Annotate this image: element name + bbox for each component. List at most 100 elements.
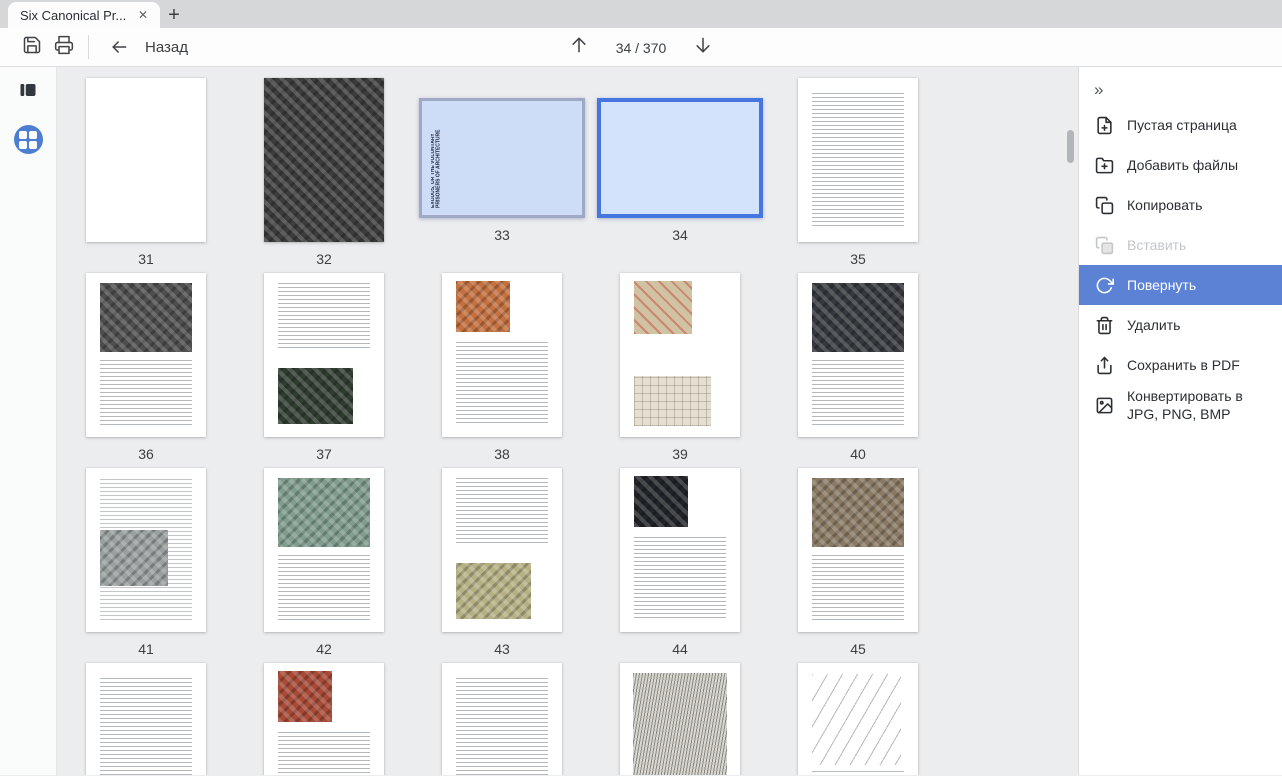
page-thumbnail[interactable]	[442, 663, 562, 775]
export-pdf-icon	[1094, 355, 1114, 375]
thumbnail-cell: 35	[769, 78, 947, 273]
panel-item-export-pdf[interactable]: Сохранить в PDF	[1079, 345, 1282, 385]
toolbar-separator	[88, 35, 89, 59]
page-down-button[interactable]	[687, 33, 719, 63]
panel-item-label: Конвертировать в JPG, PNG, BMP	[1127, 387, 1272, 423]
thumbnail-cell	[235, 663, 413, 775]
page-down-icon	[693, 35, 713, 60]
page-number-label: 35	[850, 251, 866, 267]
page-indicator: 34 / 370	[613, 40, 669, 56]
panel-item-label: Повернуть	[1127, 276, 1196, 294]
page-number-label: 37	[316, 446, 332, 462]
collapse-panel-button[interactable]: »	[1079, 75, 1282, 105]
panel-item-label: Сохранить в PDF	[1127, 356, 1240, 374]
page-number-label: 31	[138, 251, 154, 267]
thumbnail-cell: 44	[591, 468, 769, 663]
page-thumbnail[interactable]	[597, 98, 763, 218]
thumbnail-cell: 42	[235, 468, 413, 663]
thumbnail-cell: 36	[57, 273, 235, 468]
page-number-label: 33	[494, 227, 510, 243]
print-icon	[54, 35, 74, 60]
thumbnail-cell: 41	[57, 468, 235, 663]
page-thumbnail[interactable]	[620, 273, 740, 437]
page-thumbnail[interactable]	[620, 468, 740, 632]
rotate-icon	[1094, 275, 1114, 295]
thumbnail-cell: 43	[413, 468, 591, 663]
print-button[interactable]	[48, 32, 80, 62]
copy-icon	[1094, 195, 1114, 215]
thumbnail-grid: 3132EXODUS, OR THE VOLUNTARY PRISONERS O…	[57, 78, 947, 775]
page-thumbnail[interactable]	[264, 273, 384, 437]
page-number-label: 40	[850, 446, 866, 462]
panel-item-copy[interactable]: Копировать	[1079, 185, 1282, 225]
thumbnail-cell: 39	[591, 273, 769, 468]
page-thumbnail[interactable]	[86, 273, 206, 437]
page-number-label: 34	[672, 227, 688, 243]
thumbnail-cell: 40	[769, 273, 947, 468]
back-arrow-icon	[103, 32, 135, 62]
page-thumbnail[interactable]	[798, 663, 918, 775]
rotated-page-title: EXODUS, OR THE VOLUNTARY PRISONERS OF AR…	[431, 108, 447, 208]
chevron-double-right-icon: »	[1094, 80, 1103, 100]
page-number-label: 38	[494, 446, 510, 462]
thumbnail-cell: 31	[57, 78, 235, 273]
page-up-icon	[569, 35, 589, 60]
panel-item-label: Вставить	[1127, 236, 1186, 254]
page-navigation: 34 / 370	[563, 28, 719, 67]
page-thumbnail[interactable]	[264, 663, 384, 775]
panel-item-rotate[interactable]: Повернуть	[1079, 265, 1282, 305]
close-icon[interactable]: ✕	[134, 6, 152, 24]
left-rail	[0, 67, 57, 775]
thumbnail-cell: 38	[413, 273, 591, 468]
thumbnail-cell: EXODUS, OR THE VOLUNTARY PRISONERS OF AR…	[413, 78, 591, 273]
thumbnail-cell: 34	[591, 78, 769, 273]
page-number-label: 42	[316, 641, 332, 657]
page-thumbnail[interactable]	[442, 273, 562, 437]
thumbnail-cell: 37	[235, 273, 413, 468]
page-number-label: 45	[850, 641, 866, 657]
thumbnail-cell	[413, 663, 591, 775]
page-thumbnail[interactable]	[264, 78, 384, 242]
panel-item-add-files[interactable]: Добавить файлы	[1079, 145, 1282, 185]
panel-item-label: Пустая страница	[1127, 116, 1237, 134]
tab-bar: Six Canonical Pr... ✕ +	[0, 0, 1282, 28]
page-thumbnail[interactable]	[86, 468, 206, 632]
add-files-icon	[1094, 155, 1114, 175]
blank-page-icon	[1094, 115, 1114, 135]
page-thumbnail[interactable]	[798, 78, 918, 242]
panel-item-convert-image[interactable]: Конвертировать в JPG, PNG, BMP	[1079, 385, 1282, 425]
right-panel: » Пустая страница Добавить файлы Копироват…	[1078, 67, 1282, 775]
page-thumbnail[interactable]	[620, 663, 740, 775]
page-thumbnail[interactable]	[86, 663, 206, 775]
scrollbar[interactable]	[1067, 130, 1074, 163]
page-thumbnail[interactable]: EXODUS, OR THE VOLUNTARY PRISONERS OF AR…	[419, 98, 585, 218]
new-tab-button[interactable]: +	[160, 2, 188, 28]
panel-item-trash[interactable]: Удалить	[1079, 305, 1282, 345]
tab-title: Six Canonical Pr...	[20, 8, 134, 23]
document-tab[interactable]: Six Canonical Pr... ✕	[8, 2, 160, 28]
thumbnail-cell	[591, 663, 769, 775]
panel-item-paste: Вставить	[1079, 225, 1282, 265]
pages-panel-button[interactable]	[16, 81, 40, 103]
panel-item-label: Копировать	[1127, 196, 1202, 214]
thumbnail-cell	[769, 663, 947, 775]
page-number-label: 39	[672, 446, 688, 462]
thumbnail-cell: 45	[769, 468, 947, 663]
page-up-button[interactable]	[563, 33, 595, 63]
save-icon	[22, 35, 42, 60]
paste-icon	[1094, 235, 1114, 255]
page-thumbnail[interactable]	[798, 468, 918, 632]
page-thumbnail[interactable]	[798, 273, 918, 437]
page-thumbnail[interactable]	[264, 468, 384, 632]
panel-item-label: Добавить файлы	[1127, 156, 1238, 174]
save-button[interactable]	[16, 32, 48, 62]
page-thumbnail[interactable]	[86, 78, 206, 242]
page-number-label: 36	[138, 446, 154, 462]
toolbar: Назад 34 / 370	[0, 28, 1282, 67]
panel-item-label: Удалить	[1127, 316, 1180, 334]
grid-view-button[interactable]	[14, 125, 43, 154]
panel-item-blank-page[interactable]: Пустая страница	[1079, 105, 1282, 145]
convert-image-icon	[1094, 395, 1114, 415]
back-button[interactable]: Назад	[103, 32, 188, 62]
page-thumbnail[interactable]	[442, 468, 562, 632]
